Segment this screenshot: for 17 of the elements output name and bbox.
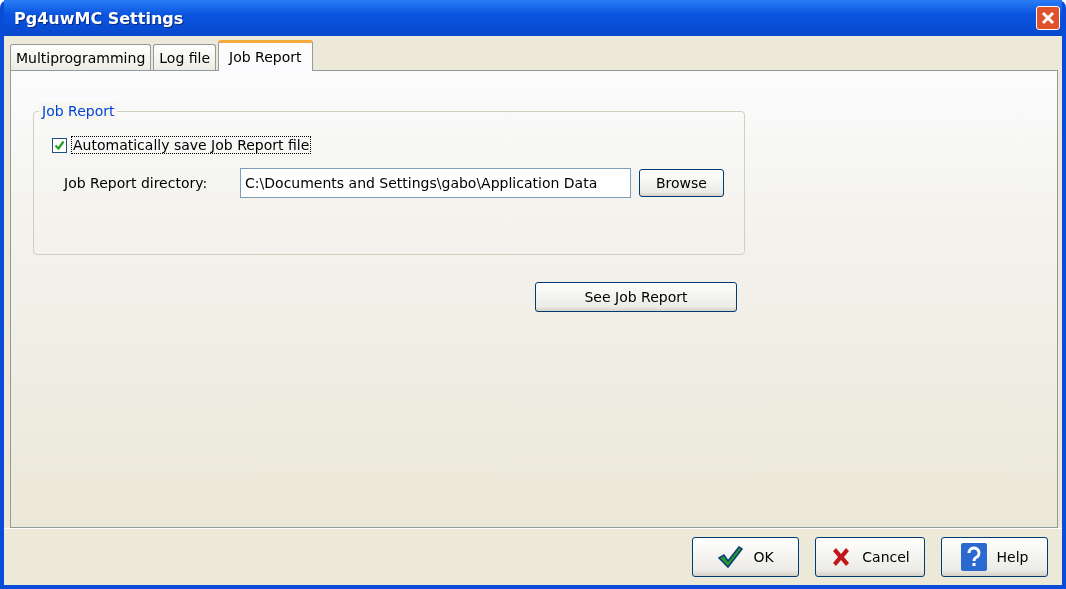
help-button[interactable]: Help	[941, 537, 1048, 577]
tab[interactable]: Job Report	[218, 40, 313, 71]
check-icon	[717, 545, 744, 569]
field-label: Job Report directory:	[64, 175, 209, 191]
question-mark-icon	[960, 543, 987, 571]
see-report-button[interactable]: See Job Report	[535, 282, 737, 312]
directory-field[interactable]: C:\Documents and Settings\gabo\Application Data	[240, 168, 631, 198]
close-icon[interactable]	[1036, 6, 1060, 30]
checkbox-label[interactable]: Automatically save Job Report file	[71, 136, 312, 154]
tab[interactable]: Multiprogramming	[10, 44, 152, 70]
checkbox[interactable]	[52, 137, 67, 153]
tab[interactable]: Log file	[153, 44, 217, 70]
group-title: Job Report	[39, 102, 118, 120]
cancel-button[interactable]: Cancel	[815, 537, 925, 577]
browse-button[interactable]: Browse	[638, 169, 724, 197]
window-title: Pg4uwMC Settings	[14, 8, 184, 28]
ok-button[interactable]: OK	[692, 537, 799, 577]
